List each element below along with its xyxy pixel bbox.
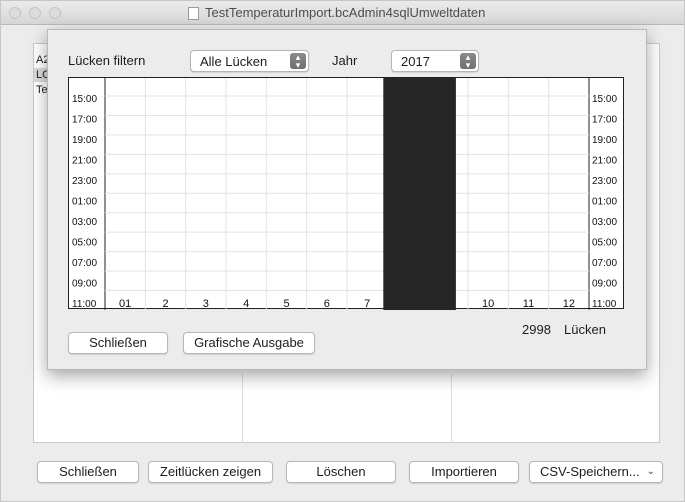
column-divider [451, 374, 452, 443]
main-window: TestTemperaturImport.bcAdmin4sqlUmweltda… [0, 0, 685, 502]
y-tick-label-left: 11:00 [72, 299, 97, 310]
gap-chart-sheet: Lücken filtern Alle Lücken ▴ ▾ Jahr 2017 … [47, 29, 647, 370]
y-tick-label-left: 03:00 [72, 217, 97, 228]
x-tick-label: 12 [563, 298, 575, 310]
y-tick-label-right: 17:00 [592, 115, 617, 126]
y-tick-label-left: 09:00 [72, 279, 97, 290]
y-tick-label-right: 15:00 [592, 94, 617, 105]
y-tick-label-right: 11:00 [592, 299, 617, 310]
y-tick-label-left: 21:00 [72, 156, 97, 167]
document-icon [188, 7, 199, 20]
x-tick-label: 5 [283, 298, 289, 310]
y-tick-label-right: 07:00 [592, 258, 617, 269]
y-tick-label-right: 05:00 [592, 238, 617, 249]
x-tick-label: 3 [203, 298, 209, 310]
y-tick-label-right: 03:00 [592, 217, 617, 228]
year-select[interactable]: 2017 ▴ ▾ [391, 50, 479, 72]
y-tick-label-left: 01:00 [72, 197, 97, 208]
chevron-updown-icon: ▴ ▾ [290, 53, 306, 70]
y-tick-label-left: 19:00 [72, 135, 97, 146]
close-button[interactable]: Schließen [37, 461, 139, 483]
import-button[interactable]: Importieren [409, 461, 519, 483]
y-tick-label-left: 17:00 [72, 115, 97, 126]
gap-count: 2998 [522, 322, 551, 337]
gap-chart-svg: 15:00 17:00 19:00 21:00 23:00 01:00 03:00 05:00… [72, 78, 617, 310]
gap-filter-select[interactable]: Alle Lücken ▴ ▾ [190, 50, 309, 72]
delete-button[interactable]: Löschen [286, 461, 396, 483]
minimize-window-button[interactable] [29, 7, 41, 19]
y-tick-label-right: 09:00 [592, 279, 617, 290]
x-tick-label: 4 [243, 298, 249, 310]
graphic-output-button[interactable]: Grafische Ausgabe [183, 332, 315, 354]
y-tick-label-left: 23:00 [72, 176, 97, 187]
y-tick-label-left: 07:00 [72, 258, 97, 269]
chevron-updown-icon: ▴ ▾ [460, 53, 476, 70]
column-divider [242, 374, 243, 443]
y-tick-label-right: 01:00 [592, 197, 617, 208]
filter-label: Lücken filtern [68, 53, 146, 68]
title-bar: TestTemperaturImport.bcAdmin4sqlUmweltda… [1, 1, 684, 25]
x-tick-label: 6 [324, 298, 330, 310]
gap-block [383, 78, 456, 310]
year-value: 2017 [401, 54, 430, 69]
gap-count-label: Lücken [564, 322, 606, 337]
year-label: Jahr [332, 53, 358, 68]
close-window-button[interactable] [9, 7, 21, 19]
zoom-window-button[interactable] [49, 7, 61, 19]
y-tick-label-right: 23:00 [592, 176, 617, 187]
y-tick-label-left: 05:00 [72, 238, 97, 249]
csv-save-popup[interactable]: CSV-Speichern... ⌄ [529, 461, 663, 483]
x-tick-label: 7 [364, 298, 370, 310]
x-tick-label: 11 [523, 298, 534, 310]
show-gaps-button[interactable]: Zeitlücken zeigen [148, 461, 273, 483]
x-tick-label: 01 [119, 298, 131, 310]
gap-chart: 15:00 17:00 19:00 21:00 23:00 01:00 03:00 05:00… [68, 77, 624, 310]
x-tick-label: 2 [162, 298, 168, 310]
chevron-down-icon: ⌄ [646, 466, 655, 477]
y-tick-label-right: 19:00 [592, 135, 617, 146]
table-row[interactable]: Te [36, 84, 48, 96]
sheet-close-button[interactable]: Schließen [68, 332, 168, 354]
y-tick-label-left: 15:00 [72, 94, 97, 105]
csv-save-label: CSV-Speichern... [540, 464, 640, 479]
gap-filter-value: Alle Lücken [200, 54, 268, 69]
y-tick-label-right: 21:00 [592, 156, 617, 167]
window-title: TestTemperaturImport.bcAdmin4sqlUmweltda… [205, 5, 486, 20]
x-tick-label: 10 [482, 298, 494, 310]
